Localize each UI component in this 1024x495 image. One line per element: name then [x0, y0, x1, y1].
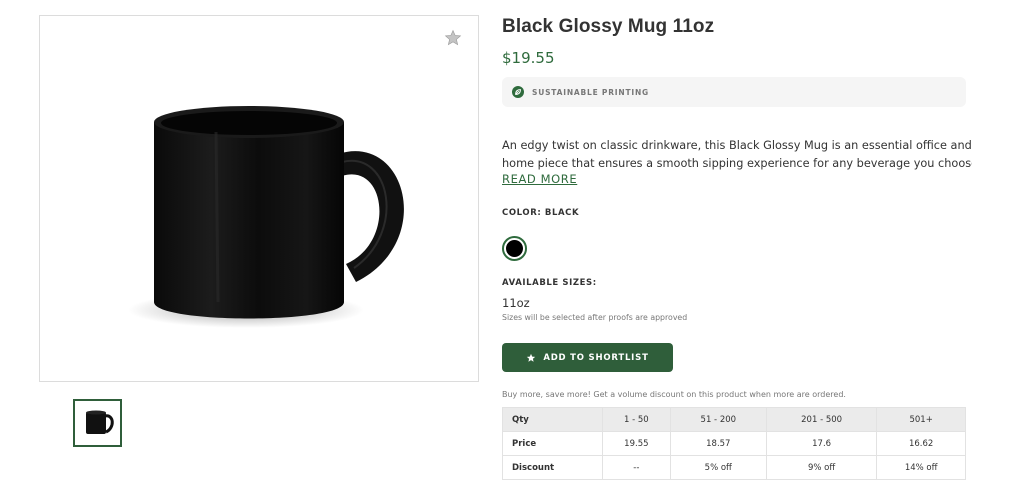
table-cell: --	[602, 455, 671, 480]
table-cell: Price	[502, 431, 603, 456]
table-cell: 17.6	[765, 431, 878, 456]
table-cell: 14% off	[876, 455, 966, 480]
table-cell: 51 - 200	[669, 407, 767, 432]
table-cell: Qty	[502, 407, 603, 432]
color-swatch-black[interactable]	[502, 236, 527, 261]
volume-discount-note: Buy more, save more! Get a volume discou…	[502, 390, 846, 399]
badge-label: SUSTAINABLE PRINTING	[532, 87, 650, 97]
product-description: An edgy twist on classic drinkware, this…	[502, 137, 972, 173]
sustainable-badge: SUSTAINABLE PRINTING	[502, 77, 966, 107]
gallery-thumbnail[interactable]	[73, 399, 122, 447]
product-image	[106, 92, 406, 342]
table-cell: 1 - 50	[602, 407, 671, 432]
size-value: 11oz	[502, 296, 530, 310]
sizes-label: AVAILABLE SIZES:	[502, 278, 597, 288]
table-cell: 19.55	[602, 431, 671, 456]
product-image-frame	[39, 15, 479, 382]
color-label: COLOR: BLACK	[502, 208, 580, 218]
button-label: ADD TO SHORTLIST	[543, 352, 649, 363]
size-note: Sizes will be selected after proofs are …	[502, 313, 688, 322]
volume-discount-table: Qty 1 - 50 51 - 200 201 - 500 501+ Price…	[502, 407, 966, 480]
table-cell: 201 - 500	[765, 407, 878, 432]
description-line: An edgy twist on classic drinkware, this…	[502, 139, 972, 152]
read-more-link[interactable]: READ MORE	[502, 172, 577, 186]
favorite-star-icon[interactable]	[444, 29, 462, 47]
table-cell: 9% off	[765, 455, 878, 480]
table-cell: 501+	[876, 407, 966, 432]
table-header-row: Qty 1 - 50 51 - 200 201 - 500 501+	[502, 407, 966, 432]
table-row: Discount -- 5% off 9% off 14% off	[502, 455, 966, 480]
star-icon	[526, 353, 536, 363]
product-price: $19.55	[502, 49, 555, 67]
add-to-shortlist-button[interactable]: ADD TO SHORTLIST	[502, 343, 673, 372]
table-row: Price 19.55 18.57 17.6 16.62	[502, 431, 966, 456]
table-cell: 16.62	[876, 431, 966, 456]
table-cell: 18.57	[669, 431, 767, 456]
leaf-icon	[512, 86, 524, 98]
table-cell: 5% off	[669, 455, 767, 480]
description-line: home piece that ensures a smooth sipping…	[502, 157, 972, 170]
swatch-fill	[506, 240, 523, 257]
product-title: Black Glossy Mug 11oz	[502, 16, 715, 37]
table-cell: Discount	[502, 455, 603, 480]
